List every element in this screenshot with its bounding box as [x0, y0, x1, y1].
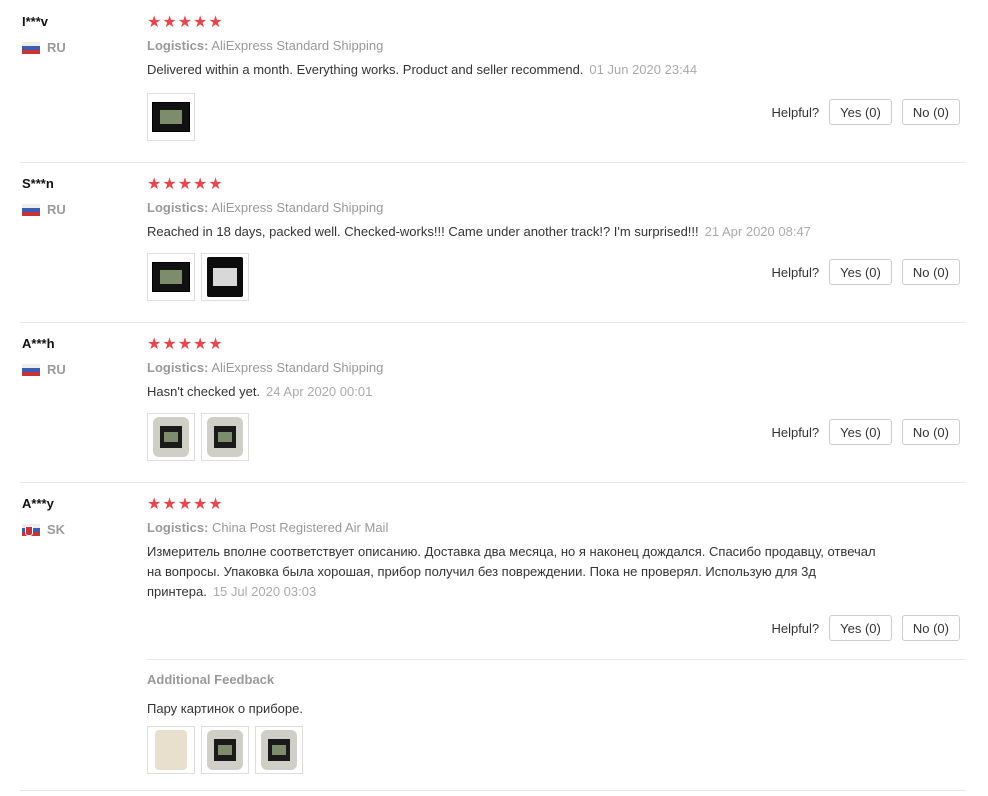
helpful-no-button[interactable]: No (0)	[901, 615, 960, 641]
helpful-yes-button[interactable]: Yes (0)	[829, 99, 892, 125]
review-text: Измеритель вполне соответствует описанию…	[147, 542, 877, 602]
country-code: RU	[47, 202, 66, 217]
flag-ru-icon	[22, 363, 40, 376]
reviewer-country: SK	[22, 522, 65, 537]
review-photo-thumbnail[interactable]	[201, 413, 249, 461]
logistics-label: Logistics:	[147, 520, 209, 535]
device-photo-icon	[153, 417, 189, 457]
helpful-yes-button[interactable]: Yes (0)	[829, 615, 892, 641]
device-photo-icon	[207, 417, 243, 457]
review-body: Hasn't checked yet.	[147, 384, 261, 399]
device-photo-icon	[152, 262, 190, 292]
logistics-info: Logistics: China Post Registered Air Mai…	[147, 520, 966, 535]
review-text: Delivered within a month. Everything wor…	[147, 60, 966, 80]
review-date: 15 Jul 2020 03:03	[212, 584, 317, 599]
review-text: Hasn't checked yet. 24 Apr 2020 00:01	[147, 382, 966, 402]
reviewer-country: RU	[22, 202, 66, 217]
device-photo-icon	[207, 257, 243, 297]
additional-feedback-title: Additional Feedback	[147, 672, 275, 687]
logistics-info: Logistics: AliExpress Standard Shipping	[147, 360, 966, 375]
review-item: A***h RU ★★★★★ Logistics: AliExpress Sta…	[20, 322, 966, 483]
helpful-no-button[interactable]: No (0)	[901, 419, 960, 445]
reviewer-country: RU	[22, 40, 66, 55]
star-rating: ★★★★★	[147, 14, 224, 31]
logistics-value: AliExpress Standard Shipping	[211, 360, 384, 375]
logistics-value: AliExpress Standard Shipping	[211, 200, 384, 215]
logistics-value: AliExpress Standard Shipping	[211, 38, 384, 53]
helpful-no-button[interactable]: No (0)	[901, 99, 960, 125]
helpful-no-button[interactable]: No (0)	[901, 259, 960, 285]
reviewer-name: A***h	[22, 336, 55, 351]
review-photo-thumbnail[interactable]	[201, 726, 249, 774]
review-photo-thumbnail[interactable]	[147, 253, 195, 301]
review-text: Reached in 18 days, packed well. Checked…	[147, 222, 966, 242]
flag-ru-icon	[22, 41, 40, 54]
additional-feedback-text: Пару картинок о приборе.	[147, 701, 303, 716]
star-rating: ★★★★★	[147, 496, 224, 513]
review-photo-thumbnail[interactable]	[147, 413, 195, 461]
logistics-label: Logistics:	[147, 38, 209, 53]
country-code: RU	[47, 40, 66, 55]
review-item: A***y SK ★★★★★ Logistics: China Post Reg…	[20, 482, 966, 791]
helpful-controls: Helpful? Yes (0) No (0)	[771, 419, 960, 445]
device-photo-icon	[152, 102, 190, 132]
reviewer-country: RU	[22, 362, 66, 377]
review-photo-thumbnail[interactable]	[147, 93, 195, 141]
review-date: 24 Apr 2020 00:01	[266, 384, 373, 399]
helpful-label: Helpful?	[771, 620, 820, 636]
device-photo-icon	[261, 730, 297, 770]
helpful-controls: Helpful? Yes (0) No (0)	[771, 99, 960, 125]
star-rating: ★★★★★	[147, 336, 224, 353]
review-photos	[147, 413, 249, 461]
review-photos	[147, 93, 195, 141]
helpful-yes-button[interactable]: Yes (0)	[829, 419, 892, 445]
review-date: 01 Jun 2020 23:44	[589, 62, 698, 77]
review-photo-thumbnail[interactable]	[201, 253, 249, 301]
review-body: Delivered within a month. Everything wor…	[147, 62, 584, 77]
logistics-info: Logistics: AliExpress Standard Shipping	[147, 200, 966, 215]
helpful-label: Helpful?	[771, 264, 820, 280]
helpful-label: Helpful?	[771, 104, 820, 120]
review-body: Reached in 18 days, packed well. Checked…	[147, 224, 699, 239]
package-photo-icon	[155, 730, 187, 770]
logistics-info: Logistics: AliExpress Standard Shipping	[147, 38, 966, 53]
review-content: ★★★★★ Logistics: AliExpress Standard Shi…	[147, 176, 966, 242]
logistics-label: Logistics:	[147, 360, 209, 375]
review-content: ★★★★★ Logistics: AliExpress Standard Shi…	[147, 14, 966, 80]
flag-ru-icon	[22, 203, 40, 216]
helpful-yes-button[interactable]: Yes (0)	[829, 259, 892, 285]
helpful-controls: Helpful? Yes (0) No (0)	[771, 259, 960, 285]
country-code: RU	[47, 362, 66, 377]
review-date: 21 Apr 2020 08:47	[704, 224, 811, 239]
review-content: ★★★★★ Logistics: AliExpress Standard Shi…	[147, 336, 966, 402]
review-content: ★★★★★ Logistics: China Post Registered A…	[147, 496, 966, 602]
review-photo-thumbnail[interactable]	[147, 726, 195, 774]
review-item: S***n RU ★★★★★ Logistics: AliExpress Sta…	[20, 162, 966, 323]
flag-sk-icon	[22, 523, 40, 536]
review-photo-thumbnail[interactable]	[255, 726, 303, 774]
logistics-value: China Post Registered Air Mail	[212, 520, 389, 535]
reviewer-name: A***y	[22, 496, 54, 511]
helpful-controls: Helpful? Yes (0) No (0)	[771, 615, 960, 641]
review-photos	[147, 253, 249, 301]
additional-photos	[147, 726, 303, 774]
country-code: SK	[47, 522, 66, 537]
additional-feedback: Additional Feedback Пару картинок о приб…	[147, 659, 966, 716]
star-rating: ★★★★★	[147, 176, 224, 193]
review-item: I***v RU ★★★★★ Logistics: AliExpress Sta…	[20, 0, 966, 163]
reviewer-name: S***n	[22, 176, 54, 191]
device-photo-icon	[207, 730, 243, 770]
reviewer-name: I***v	[22, 14, 49, 29]
logistics-label: Logistics:	[147, 200, 209, 215]
helpful-label: Helpful?	[771, 424, 820, 440]
